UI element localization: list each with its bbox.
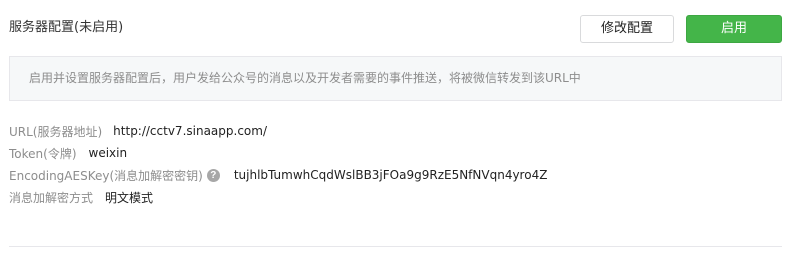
aeskey-value: tujhlbTumwhCqdWslBB3jFOa9g9RzE5NfNVqn4yr… (233, 168, 548, 182)
field-row-url: URL(服务器地址) http://cctv7.sinaapp.com/ (9, 120, 547, 142)
token-label: Token(令牌) (9, 146, 77, 161)
field-row-encryption-mode: 消息加解密方式 明文模式 (9, 186, 547, 208)
divider (9, 246, 782, 247)
server-config-fields: URL(服务器地址) http://cctv7.sinaapp.com/ Tok… (9, 120, 547, 208)
encryption-mode-value: 明文模式 (105, 190, 154, 205)
url-label: URL(服务器地址) (9, 124, 103, 139)
info-notice: 启用并设置服务器配置后，用户发给公众号的消息以及开发者需要的事件推送，将被微信转… (9, 56, 782, 101)
aeskey-label: EncodingAESKey(消息加解密密钥) (9, 168, 203, 183)
encryption-mode-label: 消息加解密方式 (9, 190, 94, 205)
page-title: 服务器配置(未启用) (9, 20, 124, 35)
field-row-aeskey: EncodingAESKey(消息加解密密钥) ? tujhlbTumwhCqd… (9, 164, 547, 186)
field-row-token: Token(令牌) weixin (9, 142, 547, 164)
url-value: http://cctv7.sinaapp.com/ (113, 124, 268, 138)
enable-button[interactable]: 启用 (686, 15, 782, 43)
notice-text: 启用并设置服务器配置后，用户发给公众号的消息以及开发者需要的事件推送，将被微信转… (29, 71, 581, 85)
modify-config-button[interactable]: 修改配置 (580, 15, 674, 43)
token-value: weixin (88, 146, 128, 160)
question-mark-icon[interactable]: ? (206, 168, 220, 182)
